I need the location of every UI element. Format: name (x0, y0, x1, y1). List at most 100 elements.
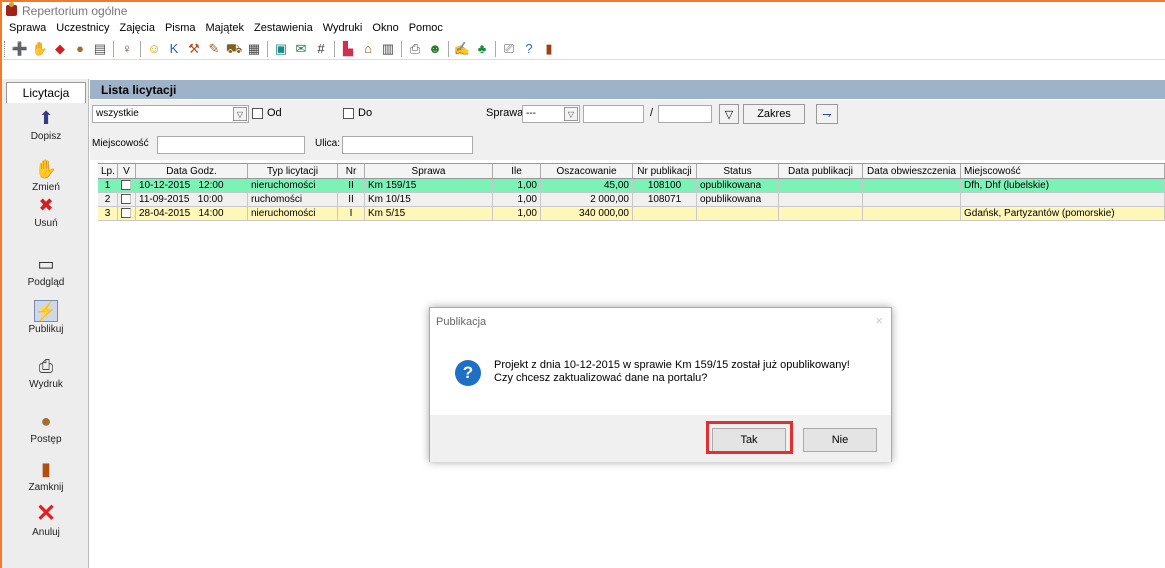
menu-wydruki[interactable]: Wydruki (318, 22, 368, 34)
sidebar-item-postep[interactable]: ● Postęp (6, 410, 86, 445)
book-icon[interactable]: ▥ (379, 40, 397, 58)
cell-miejscowosc: Gdańsk, Partyzantów (pomorskie) (961, 207, 1165, 220)
sidebar-item-dopisz[interactable]: ⬆ Dopisz (6, 107, 86, 142)
document-icon[interactable]: ▤ (91, 40, 109, 58)
table-row[interactable]: 1 10-12-2015 12:00 nieruchomości II Km 1… (98, 179, 1165, 193)
cell-type: ruchomości (248, 193, 338, 206)
grid-icon[interactable]: # (312, 40, 330, 58)
bank-icon[interactable]: ⌂ (359, 40, 377, 58)
table-row[interactable]: 2 11-09-2015 10:00 ruchomości II Km 10/1… (98, 193, 1165, 207)
tab-licytacja[interactable]: Licytacja (6, 82, 86, 103)
row-checkbox[interactable] (121, 208, 131, 218)
cell-date-value: 10-12-2015 (139, 180, 191, 191)
menu-zajecia[interactable]: Zajęcia (114, 22, 159, 34)
cookie-icon[interactable]: ● (71, 40, 89, 58)
eraser-icon[interactable]: ◆ (51, 40, 69, 58)
mail-icon[interactable]: ✉ (292, 40, 310, 58)
do-checkbox[interactable] (343, 108, 354, 119)
header-oszacowanie[interactable]: Oszacowanie (541, 164, 633, 178)
header-lp[interactable]: Lp. (98, 164, 118, 178)
car-icon[interactable]: ⛟ (225, 40, 243, 58)
menu-pisma[interactable]: Pisma (160, 22, 201, 34)
header-data-publikacji[interactable]: Data publikacji (779, 164, 863, 178)
k-letter-icon[interactable]: K (165, 40, 183, 58)
header-date[interactable]: Data Godz. (136, 164, 248, 178)
row-checkbox[interactable] (121, 194, 131, 204)
sprawa-year-input[interactable] (658, 105, 712, 123)
cell-lp: 3 (98, 207, 118, 220)
header-status[interactable]: Status (697, 164, 779, 178)
table-row[interactable]: 3 28-04-2015 14:00 nieruchomości I Km 5/… (98, 207, 1165, 221)
cell-time-value: 12:00 (198, 180, 224, 191)
ulica-input[interactable] (342, 136, 473, 154)
nie-button[interactable]: Nie (803, 428, 877, 452)
smiley-icon[interactable]: ☺ (145, 40, 163, 58)
zakres-button[interactable]: Zakres (743, 104, 805, 124)
header-type[interactable]: Typ licytacji (248, 164, 338, 178)
sidebar-item-anuluj[interactable]: ✕ Anuluj (6, 502, 86, 539)
menu-zestawienia[interactable]: Zestawienia (249, 22, 318, 34)
cell-ile: 1,00 (493, 193, 541, 206)
sidebar-item-usun[interactable]: ✖ Usuń (6, 194, 86, 229)
cell-sprawa: Km 5/15 (365, 207, 493, 220)
table-icon[interactable]: ▦ (245, 40, 263, 58)
printer-icon[interactable]: ⎙ (406, 40, 424, 58)
question-icon: ? (455, 360, 481, 386)
header-nr-publikacji[interactable]: Nr publikacji (633, 164, 697, 178)
scope-select[interactable]: wszystkie (92, 105, 249, 123)
toolbar: ➕ ✋ ◆ ● ▤ ♀ ☺ K ⚒ ✎ ⛟ ▦ ▣ ✉ # ▙ ⌂ ▥ ⎙ ☻ … (2, 38, 1165, 60)
header-miejscowosc[interactable]: Miejscowość (961, 164, 1165, 178)
sidebar-item-publikuj[interactable]: ⚡ Publikuj (6, 300, 86, 335)
slash-separator: / (650, 107, 654, 119)
tree-icon[interactable]: ♣ (473, 40, 491, 58)
sidebar-item-zmien[interactable]: ✋ Zmień (6, 158, 86, 193)
sidebar-item-wydruk[interactable]: ⎙ Wydruk (6, 355, 86, 390)
brush-icon[interactable]: ✎ (205, 40, 223, 58)
pen-icon[interactable]: ✍ (453, 40, 471, 58)
row-checkbox[interactable] (121, 180, 131, 190)
cell-miejscowosc (961, 193, 1165, 206)
people-icon[interactable]: ☻ (426, 40, 444, 58)
menu-okno[interactable]: Okno (367, 22, 403, 34)
sidebar-item-label: Usuń (34, 218, 58, 229)
chevron-down-icon[interactable]: ▽ (233, 107, 247, 121)
header-sprawa[interactable]: Sprawa (365, 164, 493, 178)
chevron-down-icon[interactable]: ▽ (564, 107, 578, 121)
od-checkbox[interactable] (252, 108, 263, 119)
cell-v (118, 193, 136, 206)
sprawa-number-input[interactable] (583, 105, 644, 123)
header-v[interactable]: V (118, 164, 136, 178)
help-icon[interactable]: ? (520, 40, 538, 58)
app-icon (6, 2, 17, 16)
chart-icon[interactable]: ▙ (339, 40, 357, 58)
cell-nr-publikacji: 108071 (633, 193, 697, 206)
menu-pomoc[interactable]: Pomoc (404, 22, 448, 34)
header-data-obwieszczenia[interactable]: Data obwieszczenia (863, 164, 961, 178)
dialog-message-line2: Czy chcesz zaktualizować dane na portalu… (494, 372, 708, 384)
filter-funnel-icon[interactable]: ▽ (719, 104, 739, 124)
edit-hand-icon[interactable]: ✋ (31, 40, 49, 58)
cell-date: 10-12-2015 12:00 (136, 179, 248, 192)
menu-sprawa[interactable]: Sprawa (4, 22, 51, 34)
sort-icon[interactable]: ⇁ (816, 104, 838, 124)
hammer-icon[interactable]: ⚒ (185, 40, 203, 58)
cell-status: opublikowana (697, 179, 779, 192)
menu-uczestnicy[interactable]: Uczestnicy (51, 22, 114, 34)
sidebar-item-zamknij[interactable]: ▮ Zamknij (6, 458, 86, 493)
close-icon[interactable]: × (875, 313, 883, 328)
header-ile[interactable]: Ile (493, 164, 541, 178)
cell-nr: II (338, 179, 365, 192)
screen-icon[interactable]: ▣ (272, 40, 290, 58)
sidebar-item-podglad[interactable]: ▭ Podgląd (6, 253, 86, 288)
miejscowosc-input[interactable] (157, 136, 305, 154)
header-nr[interactable]: Nr (338, 164, 365, 178)
exit-door-icon[interactable]: ▮ (540, 40, 558, 58)
print-preview-icon[interactable]: ⎚ (500, 40, 518, 58)
cell-ile: 1,00 (493, 179, 541, 192)
search-person-icon[interactable]: ♀ (118, 40, 136, 58)
menu-majatek[interactable]: Majątek (201, 22, 250, 34)
cell-oszacowanie: 340 000,00 (541, 207, 633, 220)
cell-nr: II (338, 193, 365, 206)
add-icon[interactable]: ➕ (11, 40, 29, 58)
od-label: Od (267, 107, 282, 119)
